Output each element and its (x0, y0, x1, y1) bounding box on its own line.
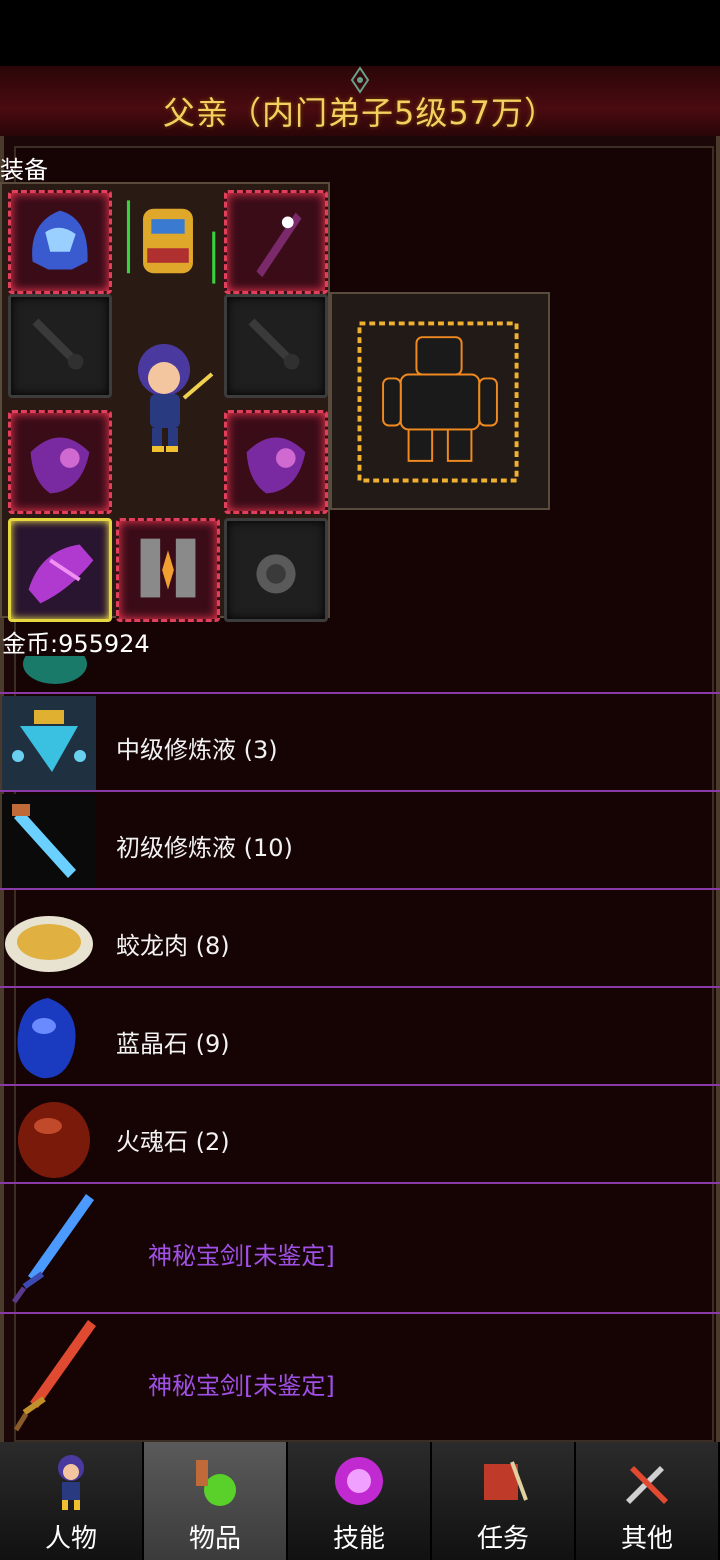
mount-panel[interactable] (330, 292, 550, 510)
red-sword-icon (13, 1320, 96, 1432)
tab-quests[interactable]: 任务 (432, 1442, 576, 1560)
gloves-slot[interactable] (8, 518, 112, 622)
item-label: 蓝晶石 (9) (116, 1030, 230, 1058)
empty-slot-left[interactable] (8, 294, 112, 398)
item-label: 中级修炼液 (3) (116, 736, 278, 764)
weapon-slot[interactable] (224, 190, 328, 294)
item-label: 神秘宝剑[未鉴定] (148, 1242, 335, 1270)
golem-mount-icon (357, 321, 519, 483)
armor-icon (126, 200, 216, 284)
helmet-icon (32, 210, 88, 270)
empty-dagger-icon (32, 318, 84, 370)
gloves-icon (28, 544, 94, 604)
character-icon (58, 1455, 84, 1510)
accessory-slot-left[interactable] (8, 410, 112, 514)
list-item-partial[interactable] (0, 656, 720, 694)
list-item[interactable]: 火魂石 (2) (0, 1086, 720, 1184)
item-label: 火魂石 (2) (116, 1128, 230, 1156)
list-item[interactable]: 蓝晶石 (9) (0, 988, 720, 1086)
item-label: 初级修炼液 (10) (116, 834, 293, 862)
status-bar (0, 0, 720, 66)
accessory-slot-right[interactable] (224, 410, 328, 514)
list-item[interactable]: 神秘宝剑[未鉴定] (0, 1184, 720, 1314)
tab-label: 物品 (188, 1524, 241, 1554)
swords-icon (626, 1466, 668, 1504)
tab-items[interactable]: 物品 (144, 1442, 288, 1560)
purple-shield-icon (246, 437, 306, 494)
page-title: 父亲（内门弟子5级57万） (162, 94, 558, 132)
list-item[interactable]: 初级修炼液 (10) (0, 792, 720, 890)
list-item[interactable]: 神秘宝剑[未鉴定] (0, 1314, 720, 1442)
equipment-panel (0, 182, 330, 622)
meat-plate-icon (5, 916, 93, 972)
potion-bag-icon (196, 1460, 236, 1506)
header: 父亲（内门弟子5级57万） (0, 66, 720, 138)
red-stone-icon (18, 1102, 90, 1178)
tab-skills[interactable]: 技能 (288, 1442, 432, 1560)
blue-crystal-icon (17, 998, 76, 1079)
ring-slot[interactable] (224, 518, 328, 622)
dagger-icon (256, 212, 302, 278)
boots-icon (140, 538, 196, 598)
helmet-slot[interactable] (8, 190, 112, 294)
tab-label: 任务 (476, 1524, 529, 1554)
tab-label: 人物 (44, 1524, 97, 1554)
item-label: 蛟龙肉 (8) (116, 932, 230, 960)
boots-slot[interactable] (116, 518, 220, 622)
tab-other[interactable]: 其他 (576, 1442, 720, 1560)
purple-shield-icon (30, 437, 90, 494)
list-item[interactable]: 中级修炼液 (3) (0, 694, 720, 792)
empty-slot-right[interactable] (224, 294, 328, 398)
potion-tube-icon (2, 794, 96, 888)
item-label: 神秘宝剑[未鉴定] (148, 1372, 335, 1400)
character-avatar (122, 334, 222, 464)
tab-label: 技能 (332, 1524, 385, 1554)
blue-sword-icon (11, 1194, 94, 1304)
green-orb-icon (23, 656, 87, 684)
armor-slot[interactable] (116, 190, 220, 294)
character-figure-icon (138, 344, 214, 452)
list-item[interactable]: 蛟龙肉 (8) (0, 890, 720, 988)
tab-label: 其他 (620, 1524, 673, 1554)
magic-orb-icon (335, 1457, 383, 1505)
equipment-section-title: 装备 (0, 156, 48, 184)
gold-amount: 金币:955924 (2, 630, 150, 658)
scroll-icon (484, 1461, 528, 1501)
empty-dagger-icon (248, 318, 300, 370)
empty-ring-icon (256, 554, 296, 594)
tab-character[interactable]: 人物 (0, 1442, 144, 1560)
bottom-tab-bar: 人物 物品 技能 任务 其他 (0, 1442, 720, 1560)
elixir-vial-icon (2, 696, 96, 790)
